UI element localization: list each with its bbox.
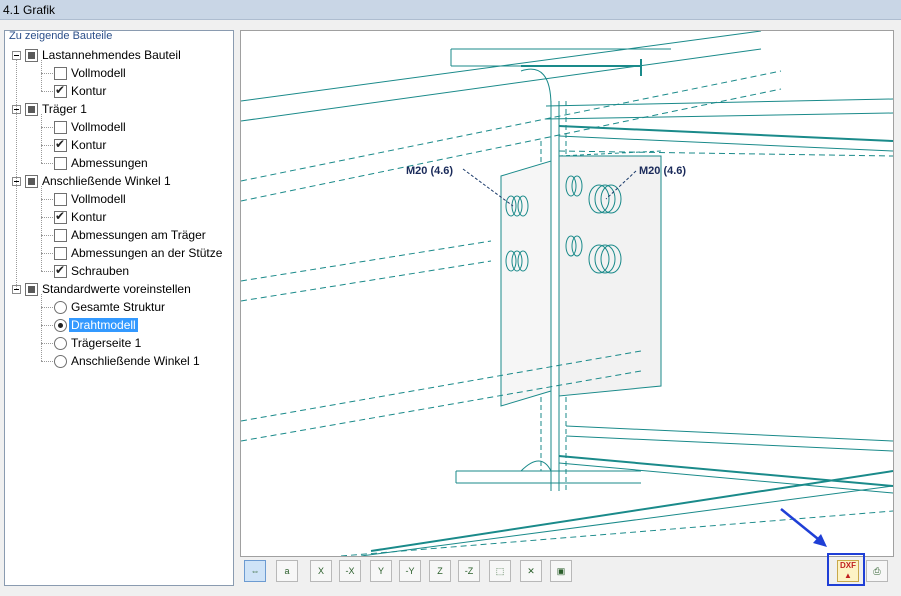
checkbox[interactable] — [54, 209, 67, 224]
dxf-export-button[interactable]: DXF ▲ — [837, 560, 859, 582]
tree-connector — [41, 235, 53, 236]
toolbar-button-view-zplus[interactable]: Z — [429, 560, 451, 582]
tree-connector — [41, 361, 53, 362]
checkbox[interactable] — [54, 137, 67, 152]
tree-connector — [41, 114, 42, 163]
tree-checkbox-item[interactable]: Kontur — [54, 82, 106, 100]
view-toolbar: ⇔ a X -X Y -Y Z -Z ⬚ ✕ ▣ ⎙ — [240, 557, 894, 587]
checkbox[interactable] — [54, 66, 67, 80]
tree-checkbox-item[interactable]: Schrauben — [54, 262, 129, 280]
tree-connector — [41, 271, 53, 272]
collapse-icon[interactable] — [12, 50, 21, 60]
tree-item-label: Trägerseite 1 — [71, 336, 142, 350]
tree-connector — [41, 60, 42, 91]
tree-item-label: Kontur — [71, 84, 107, 98]
tree-checkbox-item[interactable]: Vollmodell — [54, 64, 126, 82]
tree-connector — [41, 307, 53, 308]
tree-item-label: Lastannehmendes Bauteil — [42, 48, 181, 62]
radio-button[interactable] — [54, 318, 67, 332]
tree-connector — [41, 294, 42, 361]
toolbar-button-view-xminus[interactable]: -X — [339, 560, 361, 582]
tree-checkbox-item[interactable]: Kontur — [54, 208, 106, 226]
tree-item-label: Anschließende Winkel 1 — [71, 354, 200, 368]
tree-group[interactable]: Standardwerte voreinstellen — [12, 280, 191, 298]
dxf-export-highlight: DXF ▲ — [827, 553, 865, 586]
tree-radio-item[interactable]: Gesamte Struktur — [54, 298, 165, 316]
tree-group[interactable]: Anschließende Winkel 1 — [12, 172, 171, 190]
radio-button[interactable] — [54, 354, 67, 368]
tree-item-label: Drahtmodell — [69, 318, 138, 332]
checkbox[interactable] — [54, 156, 67, 170]
toolbar-button-view-yplus[interactable]: Y — [370, 560, 392, 582]
tree-item-label: Standardwerte voreinstellen — [42, 282, 191, 296]
checkbox[interactable] — [54, 263, 67, 278]
tree-checkbox-item[interactable]: Abmessungen an der Stütze — [54, 244, 222, 262]
toolbar-button-labels[interactable]: a — [276, 560, 298, 582]
graphics-viewport[interactable]: M20 (4.6) M20 (4.6) — [240, 30, 894, 557]
dxf-label: DXF — [840, 561, 856, 570]
tree-connector — [41, 91, 53, 92]
window-titlebar: 4.1 Grafik — [0, 0, 901, 20]
tree-connector — [41, 73, 53, 74]
tree-group[interactable]: Lastannehmendes Bauteil — [12, 46, 181, 64]
toolbar-button-view-x[interactable]: ⇔ — [244, 560, 266, 582]
group-checkbox[interactable] — [25, 282, 38, 296]
tree-item-label: Vollmodell — [71, 120, 126, 134]
checkbox[interactable] — [54, 120, 67, 134]
tree-group[interactable]: Träger 1 — [12, 100, 87, 118]
tree-radio-item[interactable]: Drahtmodell — [54, 316, 138, 334]
tree-item-label: Anschließende Winkel 1 — [42, 174, 171, 188]
radio-button[interactable] — [54, 336, 67, 350]
tree-connector — [41, 127, 53, 128]
toolbar-button-view-zminus[interactable]: -Z — [458, 560, 480, 582]
tree-connector — [41, 343, 53, 344]
toolbar-button-iso[interactable]: ⬚ — [489, 560, 511, 582]
tree-item-label: Träger 1 — [42, 102, 87, 116]
group-checkbox[interactable] — [25, 174, 38, 188]
tree-item-label: Abmessungen — [71, 156, 148, 170]
toolbar-button-layers[interactable]: ▣ — [550, 560, 572, 582]
tree-checkbox-item[interactable]: Vollmodell — [54, 118, 126, 136]
tree-item-label: Kontur — [71, 210, 107, 224]
toolbar-button-view-xplus[interactable]: X — [310, 560, 332, 582]
wireframe-model: M20 (4.6) M20 (4.6) — [241, 31, 893, 556]
tree-item-label: Schrauben — [71, 264, 130, 278]
tree-connector — [41, 253, 53, 254]
tree-connector — [41, 145, 53, 146]
tree-item-label: Abmessungen am Träger — [71, 228, 206, 242]
components-tree-panel: Lastannehmendes Bauteil Vollmodell Kontur T… — [4, 30, 234, 586]
window-title: 4.1 Grafik — [3, 3, 56, 17]
tree-radio-item[interactable]: Trägerseite 1 — [54, 334, 141, 352]
bolt-label-left: M20 (4.6) — [406, 165, 453, 177]
tree-item-label: Kontur — [71, 138, 107, 152]
tree-connector — [41, 199, 53, 200]
group-checkbox[interactable] — [25, 48, 38, 62]
tree-connector — [16, 60, 17, 289]
tree-item-label: Gesamte Struktur — [71, 300, 166, 314]
tree-item-label: Vollmodell — [71, 192, 126, 206]
toolbar-button-select[interactable]: ✕ — [520, 560, 542, 582]
tree-radio-item[interactable]: Anschließende Winkel 1 — [54, 352, 200, 370]
tree-item-label: Abmessungen an der Stütze — [71, 246, 223, 260]
tree-item-label: Vollmodell — [71, 66, 126, 80]
pointer-arrow — [780, 508, 824, 544]
toolbar-button-view-yminus[interactable]: -Y — [399, 560, 421, 582]
tree-checkbox-item[interactable]: Kontur — [54, 136, 106, 154]
tree-checkbox-item[interactable]: Vollmodell — [54, 190, 126, 208]
tree-connector — [41, 186, 42, 271]
print-button[interactable]: ⎙ — [866, 560, 888, 582]
checkbox[interactable] — [54, 228, 67, 242]
bolt-label-right: M20 (4.6) — [639, 165, 686, 177]
tree-header-label: Zu zeigende Bauteile — [9, 30, 113, 42]
tree-checkbox-item[interactable]: Abmessungen — [54, 154, 148, 172]
tree-connector — [41, 217, 53, 218]
tree-checkbox-item[interactable]: Abmessungen am Träger — [54, 226, 206, 244]
radio-button[interactable] — [54, 300, 67, 314]
tree-connector — [41, 163, 53, 164]
tree-connector — [41, 325, 53, 326]
group-checkbox[interactable] — [25, 102, 38, 116]
checkbox[interactable] — [54, 246, 67, 260]
checkbox[interactable] — [54, 83, 67, 98]
checkbox[interactable] — [54, 192, 67, 206]
